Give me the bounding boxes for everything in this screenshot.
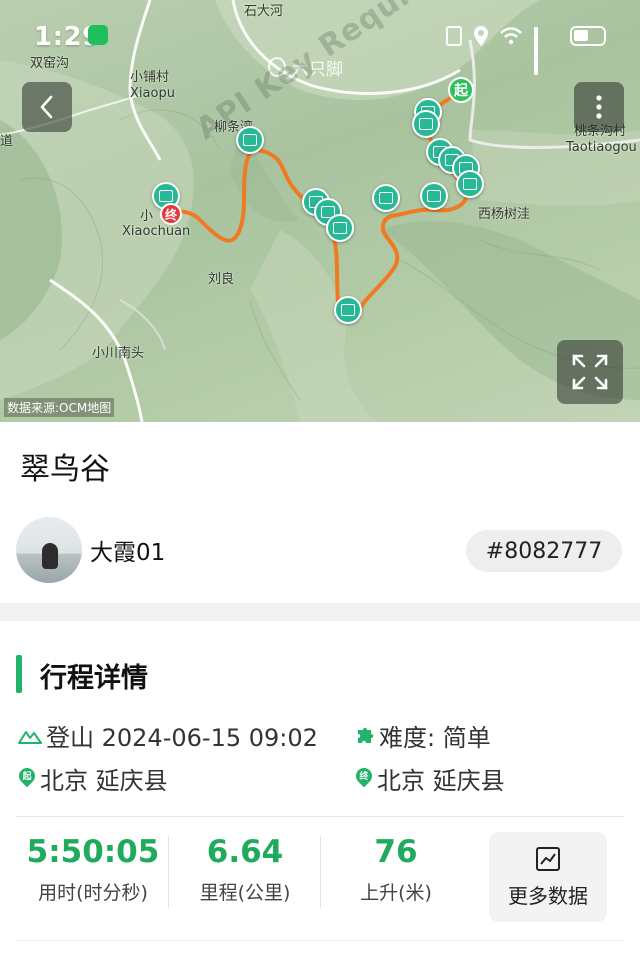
mountain-icon	[18, 727, 42, 745]
map-label: 西杨树洼	[478, 207, 531, 222]
photo-marker[interactable]	[372, 184, 400, 212]
signal-icon	[534, 27, 558, 75]
distance-value: 6.64	[206, 834, 284, 870]
battery-icon	[570, 26, 606, 46]
photo-marker[interactable]	[334, 296, 362, 324]
ascent-value: 76	[374, 834, 418, 870]
map-source: 数据来源:OCM地图	[4, 398, 115, 417]
chevron-left-icon	[40, 95, 53, 119]
map-label: Xiaopu	[130, 86, 175, 101]
activity-type-date: 登山 2024-06-15 09:02	[18, 718, 318, 753]
end-marker[interactable]: 终	[160, 203, 182, 225]
photo-marker[interactable]	[236, 126, 264, 154]
back-button[interactable]	[22, 82, 72, 132]
route-map[interactable]: 1:29 六只脚 API Key Required 双窑沟 小铺村 Xiaopu…	[0, 0, 640, 422]
duration-label: 用时(时分秒)	[38, 882, 148, 904]
map-label: Taotiaogou	[566, 140, 637, 155]
photo-marker[interactable]	[420, 182, 448, 210]
distance-label: 里程(公里)	[199, 882, 291, 904]
wifi-icon	[500, 27, 522, 45]
map-label: Xiaochuan	[122, 224, 191, 239]
more-options-button[interactable]	[574, 82, 624, 132]
track-id-badge[interactable]: #8082777	[466, 530, 622, 572]
stat-ascent: 76 上升(米)	[321, 832, 471, 905]
photo-marker[interactable]	[412, 110, 440, 138]
divider	[16, 816, 624, 817]
ascent-label: 上升(米)	[360, 882, 432, 904]
difficulty-text: 难度: 简单	[379, 724, 491, 752]
section-title: 行程详情	[40, 663, 148, 694]
start-marker[interactable]: 起	[448, 77, 474, 103]
section-accent-bar	[16, 655, 22, 693]
end-location-text: 北京 延庆县	[377, 767, 505, 795]
difficulty: 难度: 简单	[355, 718, 491, 753]
avatar[interactable]	[16, 517, 82, 583]
map-label: 双窑沟	[30, 56, 70, 71]
map-label: 刘良	[208, 272, 235, 287]
map-label: 小川南头	[92, 346, 145, 361]
photo-marker[interactable]	[326, 214, 354, 242]
end-pin-icon: 终	[355, 768, 373, 790]
map-label: 道	[0, 134, 14, 149]
stat-distance: 6.64 里程(公里)	[170, 832, 320, 905]
photo-marker[interactable]	[456, 170, 484, 198]
divider	[16, 940, 624, 941]
more-data-label[interactable]: 更多数据	[508, 880, 588, 909]
map-label: 小	[140, 209, 154, 224]
more-data-button[interactable]: 更多数据	[489, 832, 607, 922]
trail-title: 翠鸟谷	[20, 452, 110, 487]
app-notification-icon	[88, 25, 108, 45]
activity-type-date-text: 登山 2024-06-15 09:02	[46, 724, 318, 752]
start-pin-icon: 起	[18, 768, 36, 790]
fullscreen-button[interactable]	[557, 340, 623, 404]
end-location: 终 北京 延庆县	[355, 761, 505, 796]
status-icons	[446, 24, 606, 75]
more-vertical-icon	[596, 95, 602, 119]
map-label: 小铺村	[130, 70, 170, 85]
duration-value: 5:50:05	[26, 834, 160, 870]
puzzle-icon	[355, 726, 375, 746]
location-icon	[474, 26, 488, 46]
author-name[interactable]: 大霞01	[90, 533, 165, 567]
start-location-text: 北京 延庆县	[40, 767, 168, 795]
stat-separator	[168, 836, 169, 908]
stat-duration: 5:50:05 用时(时分秒)	[18, 832, 168, 905]
nfc-icon	[446, 26, 462, 46]
map-label: 石大河	[244, 4, 284, 19]
start-location: 起 北京 延庆县	[18, 761, 168, 796]
section-divider	[0, 603, 640, 621]
author-row[interactable]: 大霞01	[16, 517, 165, 583]
expand-icon	[572, 354, 608, 390]
chart-icon	[536, 846, 560, 871]
